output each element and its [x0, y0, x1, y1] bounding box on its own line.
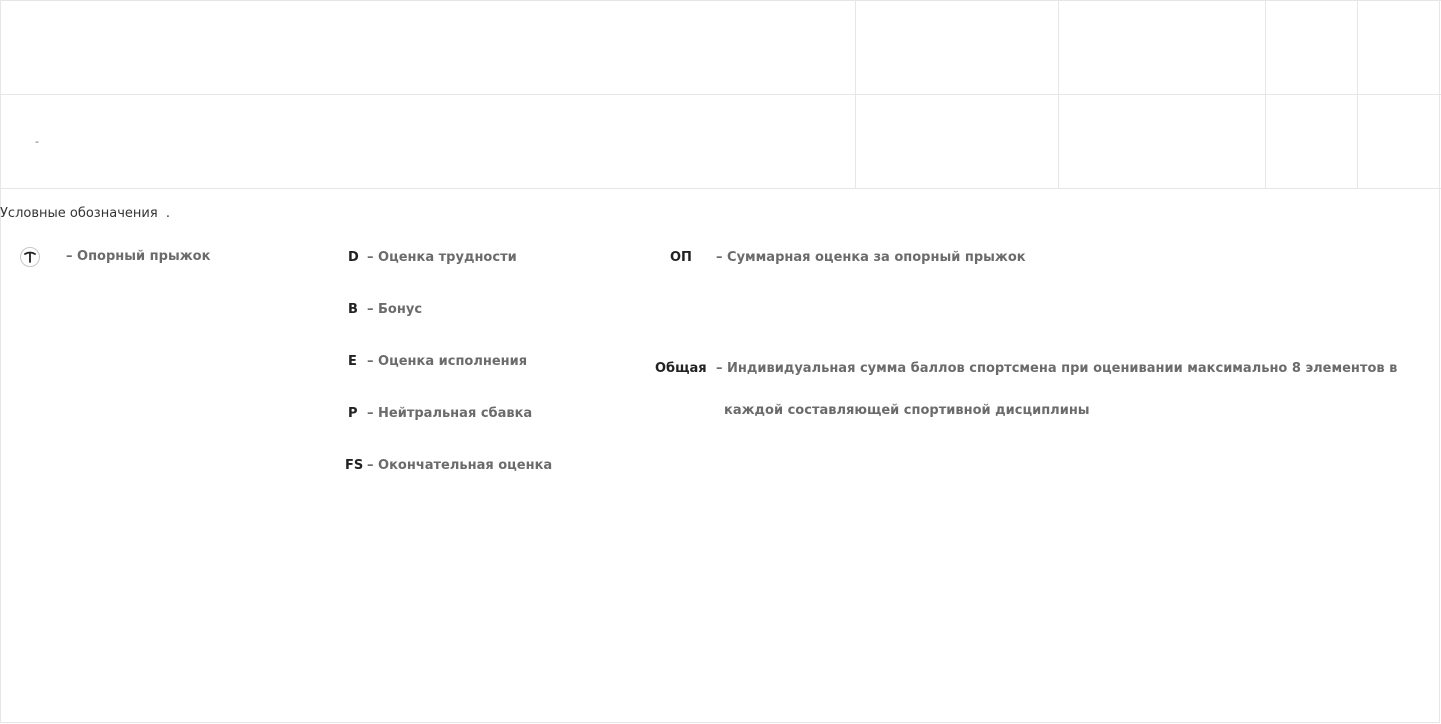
- table-cell: [855, 0, 1059, 95]
- results-table: -: [0, 0, 1441, 189]
- table-cell: [1265, 0, 1358, 95]
- legend-desc-b: – Бонус: [367, 302, 423, 317]
- legend-abbr-b: B: [348, 302, 358, 317]
- table-cell: [1265, 94, 1358, 189]
- table-cell: [1058, 94, 1266, 189]
- legend-abbr-fs: FS: [345, 458, 364, 473]
- table-row: -: [0, 94, 1441, 189]
- legend-abbr-op: ОП: [670, 250, 692, 265]
- table-cell: [1357, 0, 1441, 95]
- vault-icon: [20, 247, 40, 267]
- table-cell: -: [0, 94, 856, 189]
- vault-legend-text: – Опорный прыжок: [66, 249, 211, 264]
- table-cell: [1357, 94, 1441, 189]
- legend-desc-e: – Оценка исполнения: [367, 354, 528, 369]
- legend-title: Условные обозначения .: [0, 206, 171, 221]
- table-cell: [1058, 0, 1266, 95]
- legend-desc-fs: – Окончательная оценка: [367, 458, 553, 473]
- legend-desc-p: – Нейтральная сбавка: [367, 406, 533, 421]
- table-cell: [0, 0, 856, 95]
- legend-abbr-p: P: [348, 406, 358, 421]
- legend-desc-op: – Суммарная оценка за опорный прыжок: [716, 250, 1026, 265]
- legend-abbr-d: D: [348, 250, 359, 265]
- legend-abbr-e: E: [348, 354, 357, 369]
- legend-desc-total-line2: каждой составляющей спортивной дисциплин…: [724, 403, 1090, 418]
- table-cell: [855, 94, 1059, 189]
- legend-abbr-total: Общая: [655, 361, 707, 376]
- legend-desc-d: – Оценка трудности: [367, 250, 517, 265]
- legend-desc-total-line1: – Индивидуальная сумма баллов спортсмена…: [716, 361, 1398, 376]
- table-row: [0, 0, 1441, 95]
